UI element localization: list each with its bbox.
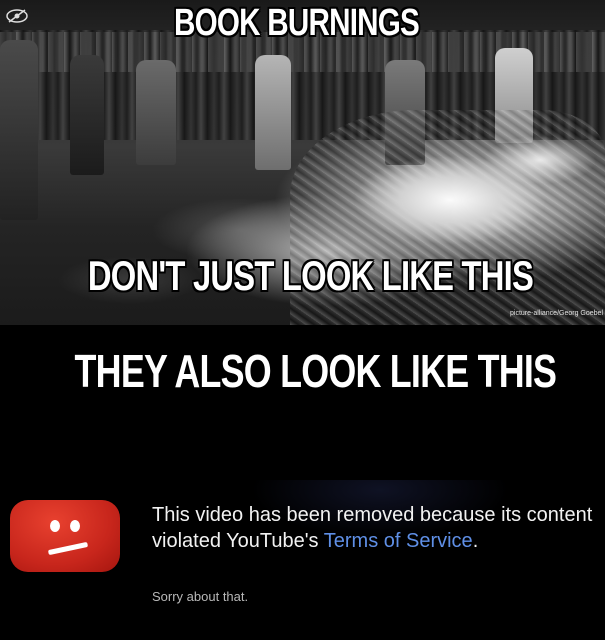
sad-face-mouth [47, 541, 89, 556]
sad-face-right-eye [70, 520, 80, 532]
figure-left-edge [0, 40, 38, 220]
sad-face-icon [10, 500, 120, 572]
terms-of-service-link[interactable]: Terms of Service [324, 530, 473, 552]
middle-caption: DON'T JUST LOOK LIKE THIS [87, 252, 534, 299]
figure-center [255, 55, 291, 170]
removed-message: This video has been removed because its … [152, 502, 602, 554]
figure-officer-left [70, 55, 104, 175]
photo-credit: picture-alliance/Georg Goebel [510, 310, 603, 317]
figure-officer-coat [136, 60, 176, 165]
removed-message-period: . [472, 530, 479, 552]
meme-image: picture-alliance/Georg Goebel BOOK BURNI… [0, 0, 605, 640]
sad-face-left-eye [50, 520, 60, 532]
sorry-text: Sorry about that. [152, 589, 249, 604]
video-removed-notice: This video has been removed because its … [0, 480, 605, 640]
watermark-eye-icon [6, 9, 28, 23]
bottom-caption: THEY ALSO LOOK LIKE THIS [74, 345, 557, 397]
top-caption: BOOK BURNINGS [173, 2, 420, 44]
